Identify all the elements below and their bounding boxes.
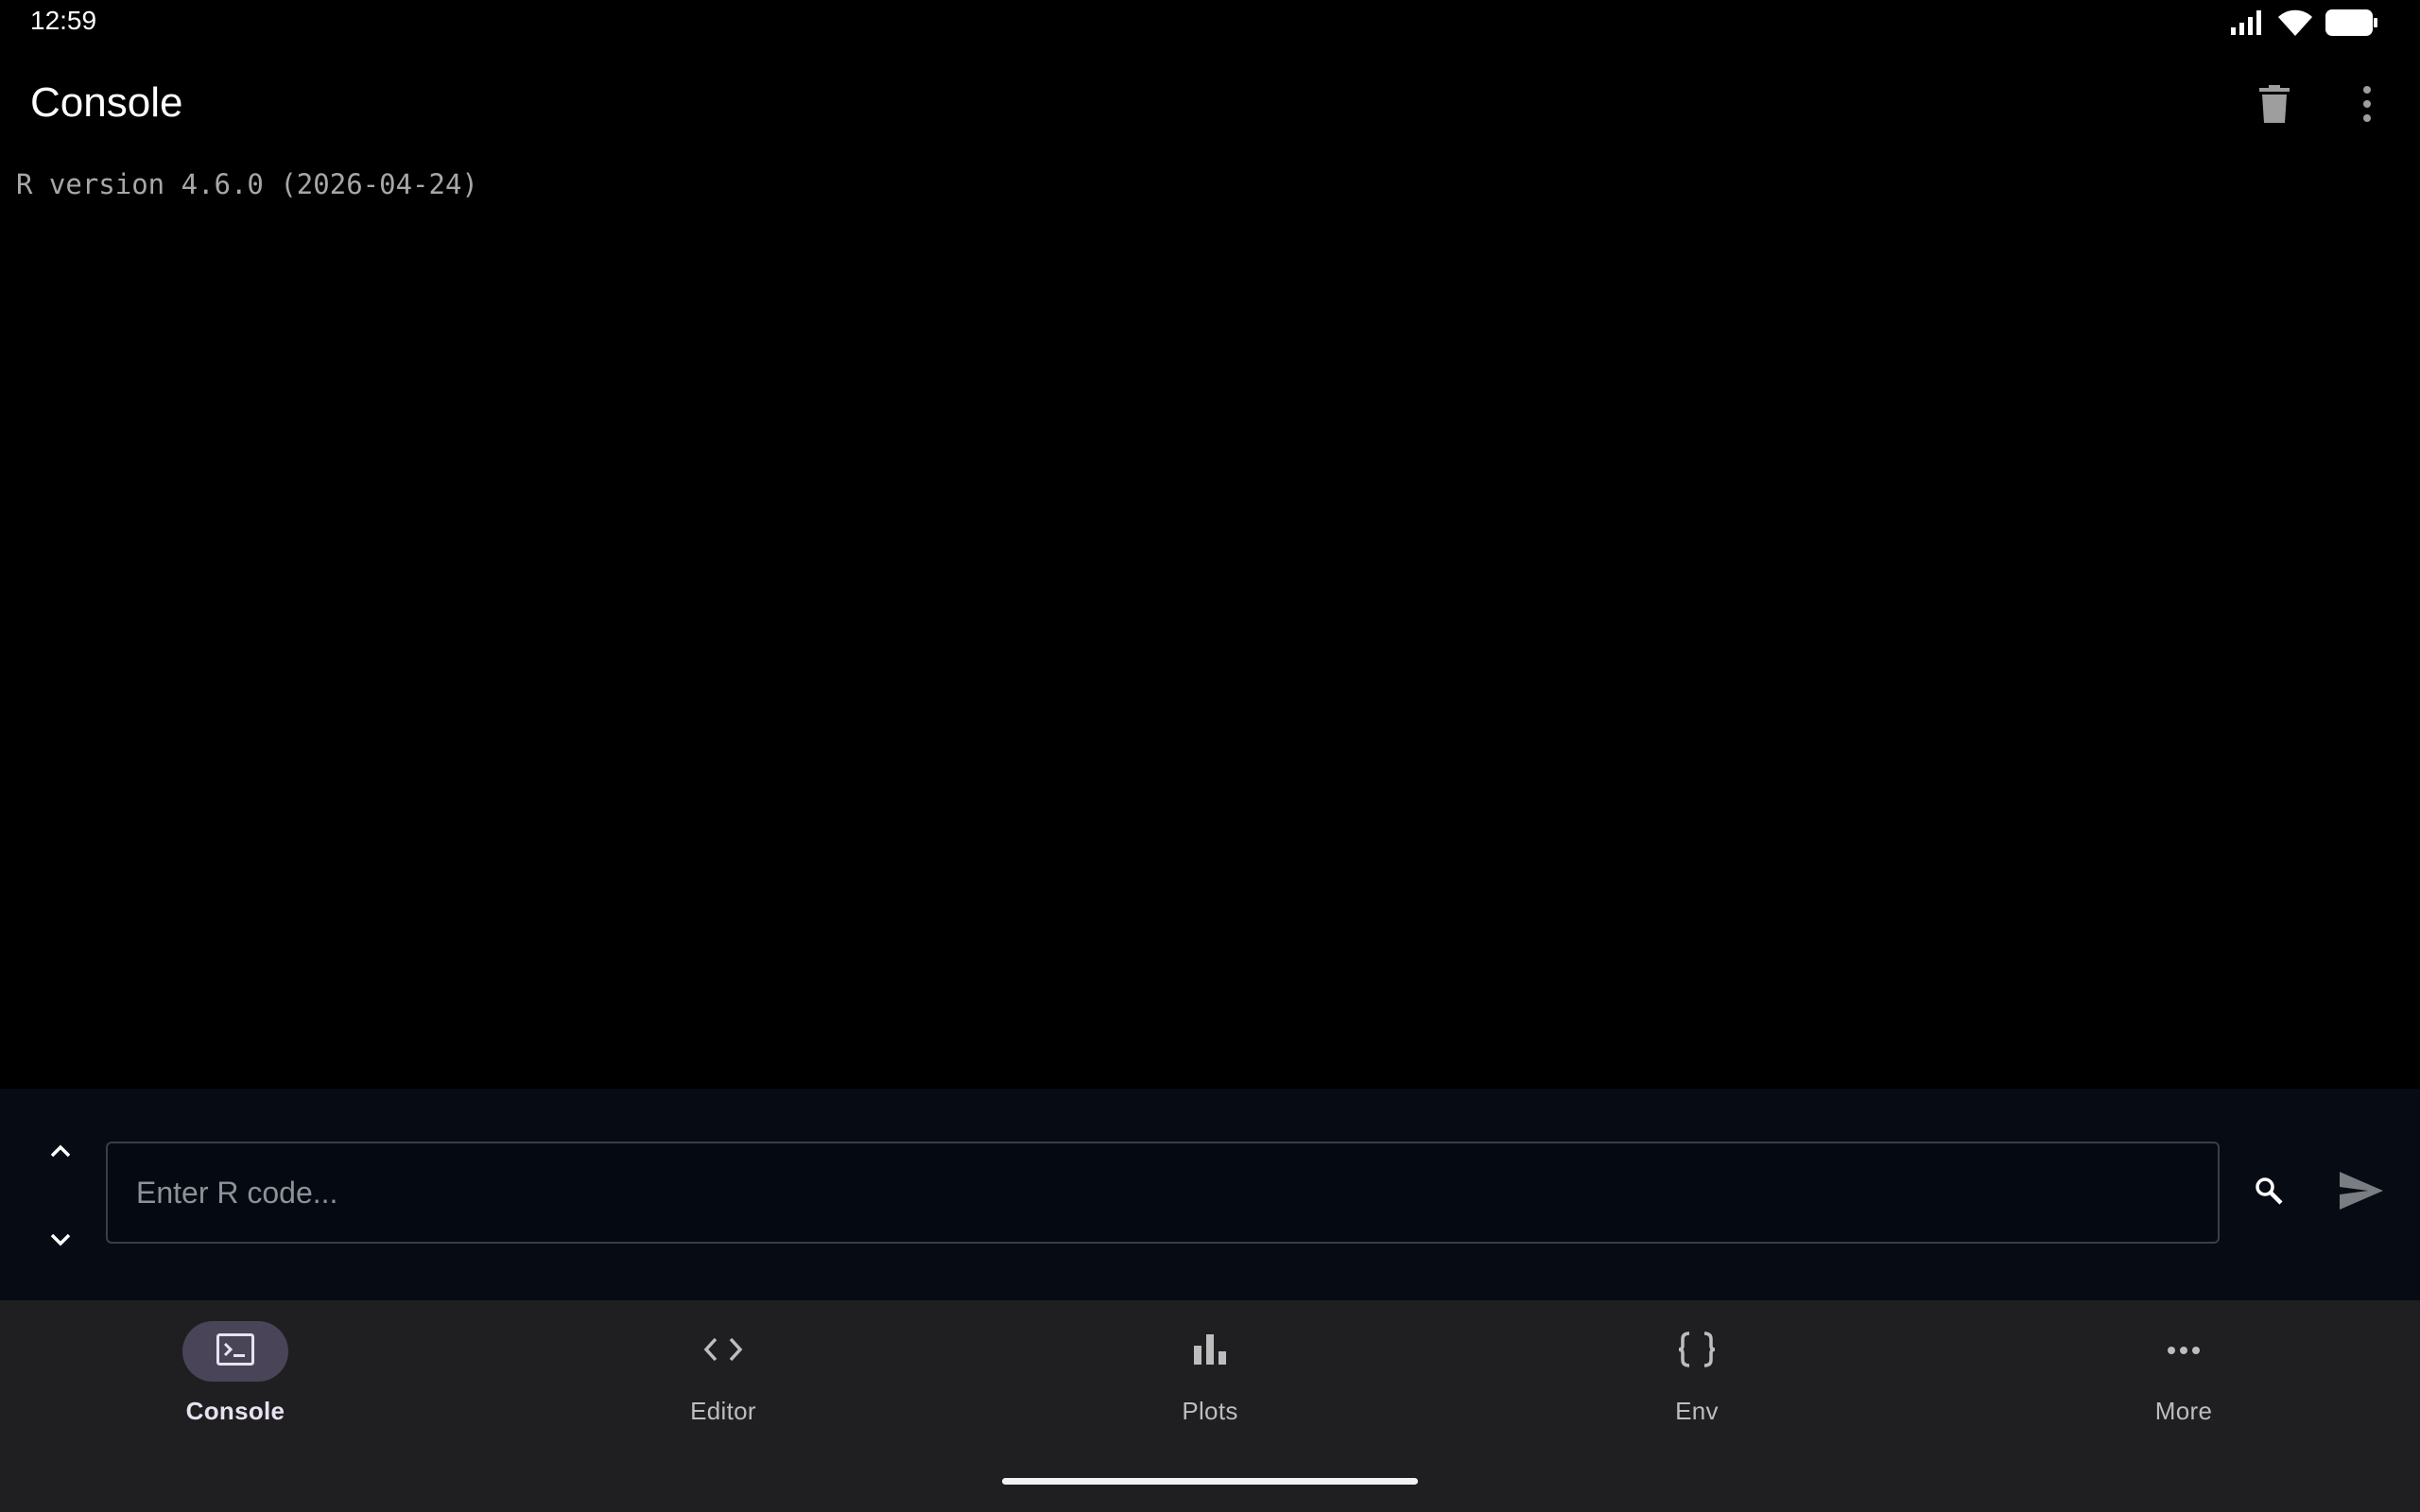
chevron-down-icon	[50, 1233, 71, 1251]
more-horiz-icon	[2167, 1343, 2201, 1360]
wifi-icon	[2278, 9, 2312, 36]
page-title: Console	[30, 79, 183, 126]
nav-item-plots[interactable]: Plots	[1068, 1321, 1352, 1435]
nav-label: Console	[185, 1397, 285, 1425]
history-down-button[interactable]	[30, 1215, 91, 1268]
braces-icon	[1677, 1331, 1717, 1372]
status-icons	[2231, 8, 2378, 38]
send-button[interactable]	[2327, 1162, 2395, 1223]
search-button[interactable]	[2238, 1162, 2299, 1223]
nav-label: Plots	[1182, 1397, 1238, 1425]
chevron-up-icon	[50, 1144, 71, 1162]
clear-console-button[interactable]	[2244, 76, 2305, 136]
nav-label: Editor	[690, 1397, 756, 1425]
bar-chart-icon	[1194, 1333, 1226, 1369]
signal-icon	[2231, 10, 2265, 35]
top-app-bar: Console	[0, 66, 2420, 146]
history-up-button[interactable]	[30, 1126, 91, 1179]
nav-item-console[interactable]: Console	[94, 1321, 377, 1435]
console-line: R version 4.6.0 (2026-04-24)	[16, 168, 478, 200]
nav-label: More	[2154, 1397, 2213, 1425]
bottom-navigation: Console Editor Plots Env More	[0, 1300, 2420, 1512]
nav-label: Env	[1675, 1397, 1719, 1425]
more-vert-icon	[2362, 85, 2372, 128]
overflow-menu-button[interactable]	[2337, 76, 2397, 136]
status-time: 12:59	[30, 6, 97, 35]
trash-icon	[2259, 84, 2290, 128]
input-panel	[0, 1089, 2420, 1300]
code-icon	[703, 1337, 743, 1366]
r-code-input[interactable]	[106, 1142, 2220, 1244]
send-icon	[2340, 1171, 2383, 1214]
home-indicator[interactable]	[1002, 1478, 1418, 1485]
nav-item-editor[interactable]: Editor	[581, 1321, 865, 1435]
nav-item-env[interactable]: Env	[1555, 1321, 1839, 1435]
battery-icon	[2325, 9, 2378, 36]
nav-item-more[interactable]: More	[2042, 1321, 2325, 1435]
status-bar: 12:59	[0, 0, 2420, 45]
console-output: R version 4.6.0 (2026-04-24)	[0, 168, 2420, 1087]
active-indicator	[182, 1321, 288, 1382]
search-icon	[2255, 1177, 2283, 1210]
terminal-icon	[216, 1332, 254, 1370]
